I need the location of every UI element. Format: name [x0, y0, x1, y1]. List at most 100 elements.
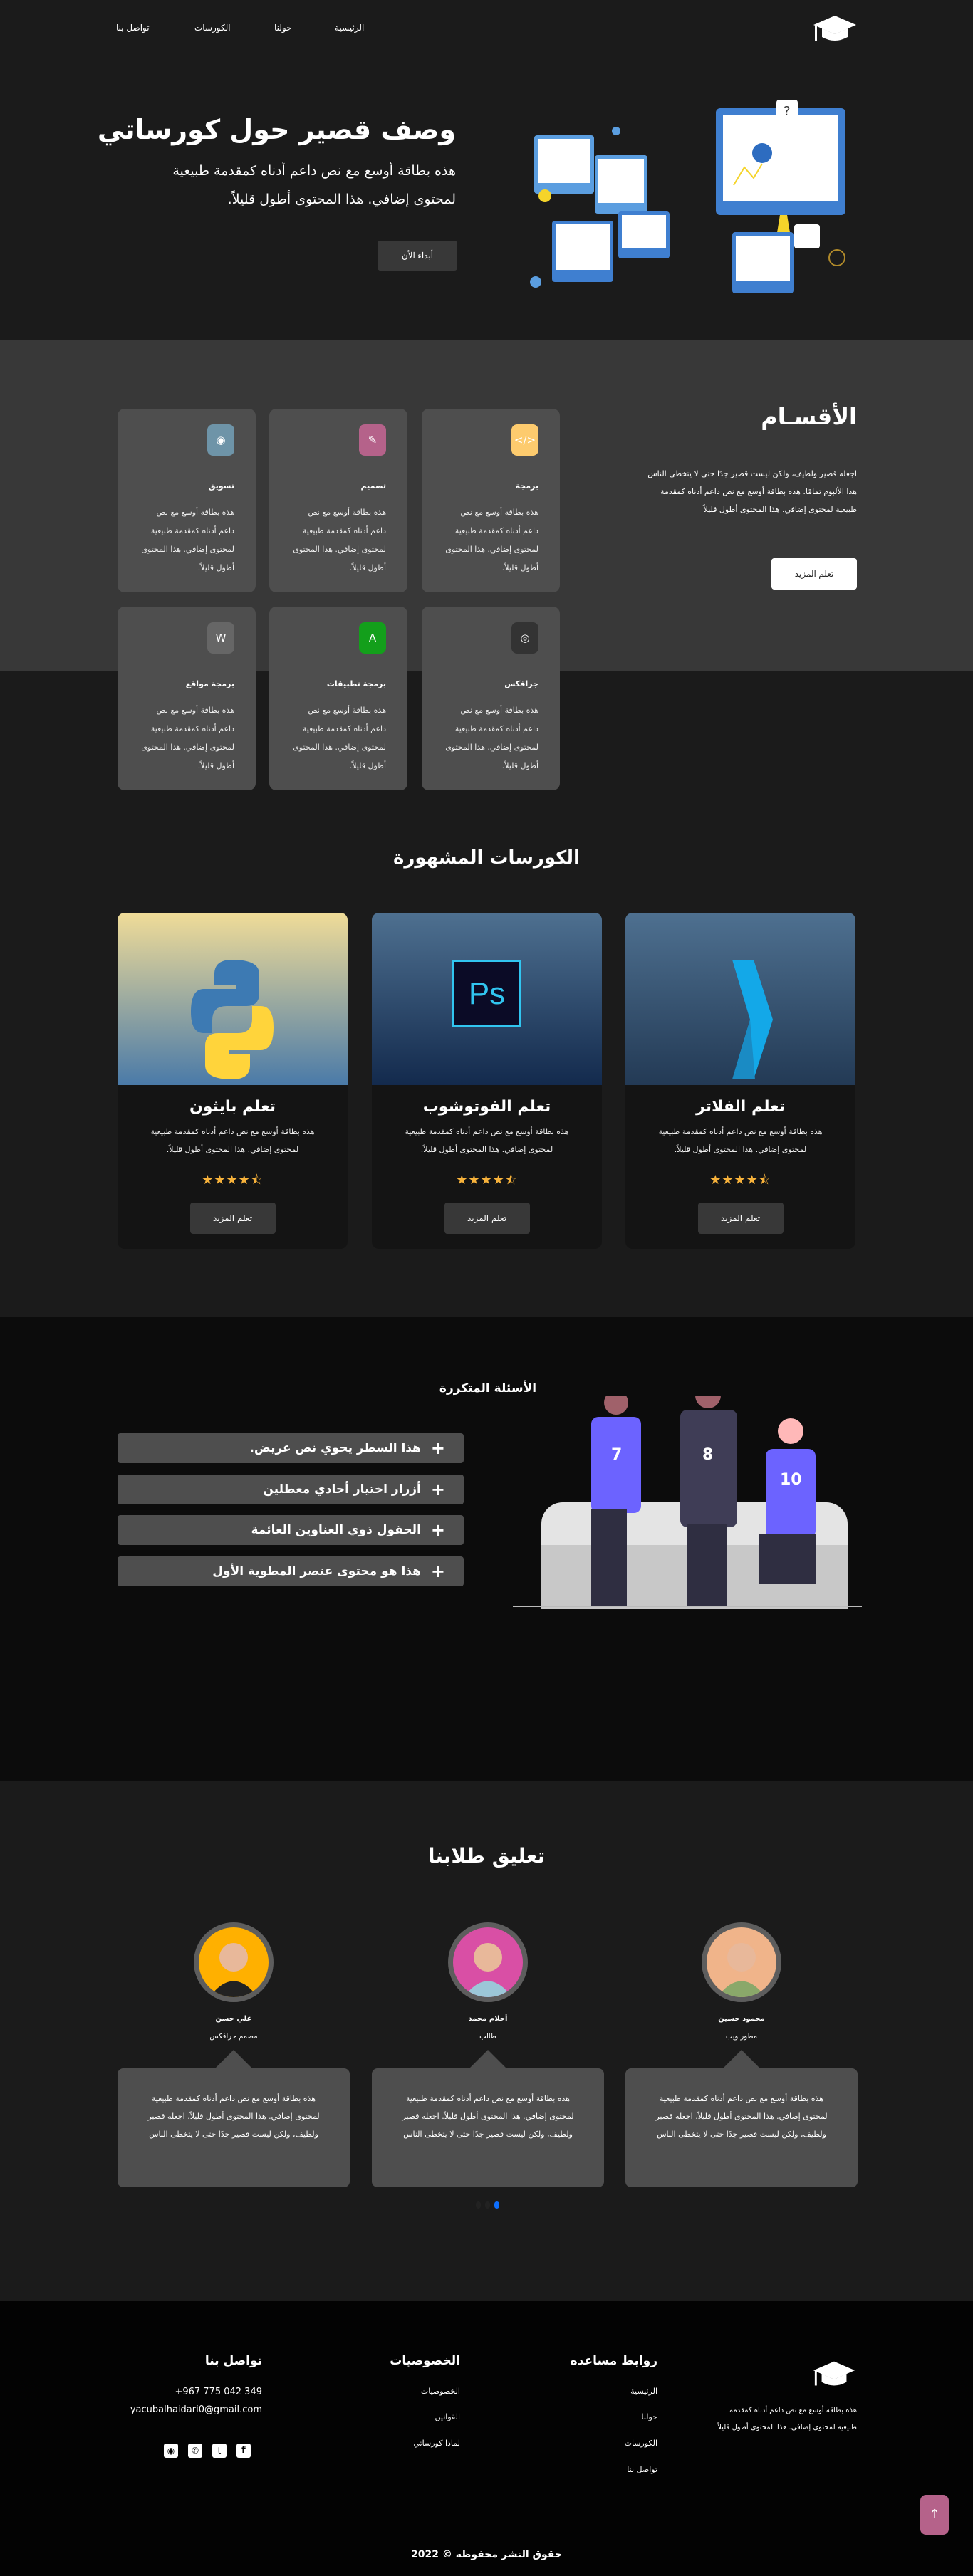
- footer-link-why[interactable]: لماذا كورساتي: [413, 2439, 460, 2448]
- email[interactable]: yacubalhaidari0@gmail.com: [130, 2404, 262, 2415]
- category-text: هذه بطاقة أوسع مع نص داعم أدناه كمقدمة ط…: [141, 706, 234, 770]
- category-title: برمجة: [515, 481, 538, 491]
- faq-item[interactable]: + أزرار اختيار أحادي معطلين: [118, 1475, 464, 1504]
- marketing-icon: ◉: [207, 424, 234, 456]
- nav-courses[interactable]: الكورسات: [194, 23, 231, 33]
- course-image: Ps: [372, 913, 602, 1085]
- course-text: هذه بطاقة أوسع مع نص داعم أدناه كمقدمة ط…: [150, 1127, 315, 1154]
- testimonial-text: هذه بطاقة أوسع مع نص داعم أدناه كمقدمة ط…: [372, 2050, 604, 2187]
- plus-icon: +: [430, 1520, 445, 1540]
- logo[interactable]: [812, 14, 858, 43]
- python-logo: [191, 960, 274, 1079]
- category-card[interactable]: A برمجة تطبيقات هذه بطاقة أوسع مع نص داعم …: [269, 607, 407, 790]
- graduation-cap-icon: [813, 2361, 855, 2386]
- photoshop-logo: Ps: [452, 960, 521, 1027]
- privacy-title: الخصوصيات: [390, 2354, 460, 2368]
- avatar: [448, 1922, 528, 2002]
- carousel-indicators: [476, 2201, 499, 2209]
- plus-icon: +: [430, 1561, 445, 1581]
- footer-link-privacy[interactable]: الخصوصيات: [421, 2387, 460, 2396]
- plus-icon: +: [430, 1438, 445, 1458]
- online-learning-illustration: ?: [530, 100, 845, 293]
- learn-more-button[interactable]: تعلم المزيد: [697, 1203, 784, 1234]
- course-card: Ps تعلم الفوتوشوب هذه بطاقة أوسع مع نص داع…: [372, 913, 602, 1249]
- carousel-dot[interactable]: [485, 2201, 490, 2209]
- category-card[interactable]: ✎ تصميم هذه بطاقة أوسع مع نص داعم أدناه كم…: [269, 409, 407, 592]
- avatar: [194, 1922, 274, 2002]
- footer-link-about[interactable]: حولنا: [641, 2412, 657, 2421]
- github-icon[interactable]: ◉: [164, 2444, 178, 2458]
- learn-more-button[interactable]: تعلم المزيد: [444, 1203, 530, 1234]
- testimonials-section: تعليق طلابنا: [0, 1781, 973, 2301]
- course-title: تعلم الفلاتر: [696, 1098, 785, 1116]
- testimonial-role: مطور ويب: [725, 2033, 758, 2041]
- code-icon: </>: [511, 424, 538, 456]
- footer-link-contact[interactable]: تواصل بنا: [627, 2465, 657, 2474]
- nav-about[interactable]: حولنا: [274, 23, 292, 33]
- carousel-dot[interactable]: [476, 2201, 481, 2209]
- categories-text: اجعله قصير ولطيف، ولكن ليست قصير جدًا حت…: [647, 469, 857, 514]
- category-text: هذه بطاقة أوسع مع نص داعم أدناه كمقدمة ط…: [141, 508, 234, 572]
- testimonial-name: علي حسن: [215, 2015, 252, 2023]
- learn-more-button[interactable]: تعلم المزيد: [771, 558, 857, 590]
- category-card[interactable]: W برمجة مواقع هذه بطاقة أوسع مع نص داعم أد…: [118, 607, 256, 790]
- course-image: [118, 913, 348, 1085]
- faq-title: الأسئلة المتكررة: [439, 1381, 537, 1396]
- footer-link-courses[interactable]: الكورسات: [625, 2439, 657, 2448]
- category-card[interactable]: ◉ تسويق هذه بطاقة أوسع مع نص داعم أدناه كم…: [118, 409, 256, 592]
- course-title: تعلم بايثون: [189, 1098, 276, 1116]
- category-text: هذه بطاقة أوسع مع نص داعم أدناه كمقدمة ط…: [445, 508, 538, 572]
- category-text: هذه بطاقة أوسع مع نص داعم أدناه كمقدمة ط…: [445, 706, 538, 770]
- category-card[interactable]: ◎ جرافكس هذه بطاقة أوسع مع نص داعم أدناه ك…: [422, 607, 560, 790]
- facebook-icon[interactable]: f: [236, 2444, 251, 2458]
- twitter-icon[interactable]: t: [212, 2444, 227, 2458]
- learn-more-button[interactable]: تعلم المزيد: [189, 1203, 276, 1234]
- scroll-to-top-button[interactable]: ↑: [920, 2495, 949, 2535]
- eye-icon: ◎: [511, 622, 538, 654]
- wordpress-icon: W: [207, 622, 234, 654]
- start-now-button[interactable]: أبداء الأن: [378, 241, 457, 271]
- footer-about: هذه بطاقة أوسع مع نص داعم أدناه كمقدمة ط…: [717, 2407, 857, 2431]
- jersey-number: 8: [702, 1446, 713, 1464]
- faq-item[interactable]: + هذا السطر يحوي نص عريض.: [118, 1433, 464, 1463]
- faq-question: هذا السطر يحوي نص عريض.: [249, 1441, 421, 1455]
- carousel-dot[interactable]: [494, 2201, 499, 2209]
- category-card[interactable]: </> برمجة هذه بطاقة أوسع مع نص داعم أدناه …: [422, 409, 560, 592]
- phone: +967 775 042 349: [175, 2387, 262, 2397]
- course-title: تعلم الفوتوشوب: [422, 1098, 551, 1116]
- nav-contact[interactable]: تواصل بنا: [116, 23, 150, 33]
- category-title: جرافكس: [504, 679, 538, 688]
- faq-item[interactable]: + الحقول ذوي العناوين العائمة: [118, 1515, 464, 1545]
- testimonials-title: تعليق طلابنا: [427, 1844, 546, 1868]
- faq-question: أزرار اختيار أحادي معطلين: [263, 1482, 421, 1497]
- whatsapp-icon[interactable]: ✆: [188, 2444, 202, 2458]
- testimonial-text: هذه بطاقة أوسع مع نص داعم أدناه كمقدمة ط…: [625, 2050, 858, 2187]
- svg-text:?: ?: [784, 104, 791, 119]
- categories-title: الأقسـام: [761, 403, 857, 430]
- category-title: تصميم: [360, 481, 386, 491]
- plus-icon: +: [430, 1480, 445, 1499]
- course-card: تعلم الفلاتر هذه بطاقة أوسع مع نص داعم أد…: [625, 913, 855, 1249]
- copyright: حقوق النشر محفوظة © 2022: [411, 2549, 562, 2560]
- star-rating: ★★★★⯪: [202, 1173, 264, 1188]
- person-photo: [464, 1943, 512, 1997]
- hero-section: الرئيسية حولنا الكورسات تواصل بنا وصف قص…: [0, 0, 973, 340]
- avatar: [702, 1922, 781, 2002]
- faq-item[interactable]: + هذا هو محتوى عنصر المطوية الأول: [118, 1556, 464, 1586]
- flutter-logo: [732, 960, 773, 1079]
- course-card: تعلم بايثون هذه بطاقة أوسع مع نص داعم أدن…: [118, 913, 348, 1249]
- footer-link-terms[interactable]: القوانين: [435, 2412, 460, 2421]
- friends-celebrating-illustration: 7 8 10: [513, 1396, 862, 1609]
- footer-link-home[interactable]: الرئيسية: [630, 2387, 657, 2396]
- testimonial-role: طالب: [479, 2033, 496, 2041]
- category-title: تسويق: [208, 481, 234, 491]
- app-store-icon: A: [359, 622, 386, 654]
- category-text: هذه بطاقة أوسع مع نص داعم أدناه كمقدمة ط…: [293, 706, 386, 770]
- hero-text: هذه بطاقة أوسع مع نص داعم أدناه كمقدمة ط…: [172, 163, 456, 207]
- nav-home[interactable]: الرئيسية: [335, 23, 364, 33]
- jersey-number: 7: [611, 1446, 622, 1464]
- course-text: هذه بطاقة أوسع مع نص داعم أدناه كمقدمة ط…: [405, 1127, 569, 1154]
- category-title: برمجة تطبيقات: [326, 679, 386, 688]
- arrow-up-icon: ↑: [929, 2507, 940, 2522]
- hero-title: وصف قصير حول كورساتي: [97, 114, 456, 145]
